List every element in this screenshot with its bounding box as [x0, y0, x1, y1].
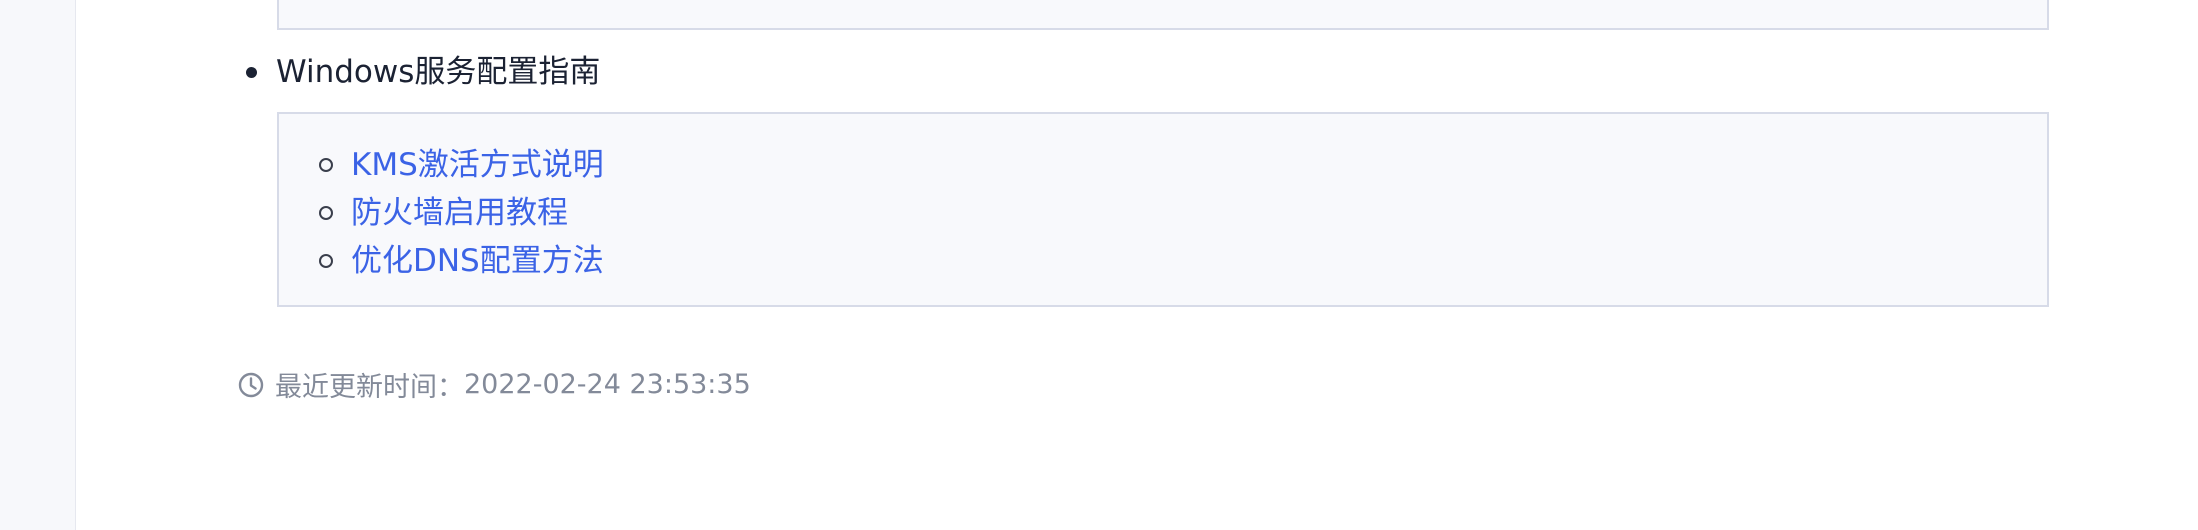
article-content: Windows服务配置指南 KMS激活方式说明 防火墙启用教程 优化DNS配置方…: [75, 0, 2198, 530]
link-firewall-tutorial[interactable]: 防火墙启用教程: [351, 193, 568, 233]
last-updated-label: 最近更新时间：: [275, 372, 464, 403]
link-dns-optimization[interactable]: 优化DNS配置方法: [351, 241, 604, 281]
clock-icon: [238, 372, 264, 397]
section-links-box: KMS激活方式说明 防火墙启用教程 优化DNS配置方法: [277, 112, 2049, 307]
section-links-list: KMS激活方式说明 防火墙启用教程 优化DNS配置方法: [319, 141, 604, 285]
circle-bullet-icon: [319, 206, 333, 220]
list-item: 防火墙启用教程: [319, 189, 604, 237]
list-item: KMS激活方式说明: [319, 141, 604, 189]
circle-bullet-icon: [319, 254, 333, 268]
section-title: Windows服务配置指南: [276, 54, 601, 90]
last-updated-value: 2022-02-24 23:53:35: [464, 369, 751, 400]
link-kms-activation[interactable]: KMS激活方式说明: [351, 145, 604, 185]
bullet-icon: [246, 66, 257, 78]
circle-bullet-icon: [319, 158, 333, 172]
previous-section-box: [277, 0, 2049, 30]
left-sidebar-rail: [0, 0, 76, 530]
last-updated: 最近更新时间： 2022-02-24 23:53:35: [238, 365, 751, 404]
list-item: 优化DNS配置方法: [319, 237, 604, 285]
section-item-windows-guide: Windows服务配置指南: [246, 52, 600, 92]
